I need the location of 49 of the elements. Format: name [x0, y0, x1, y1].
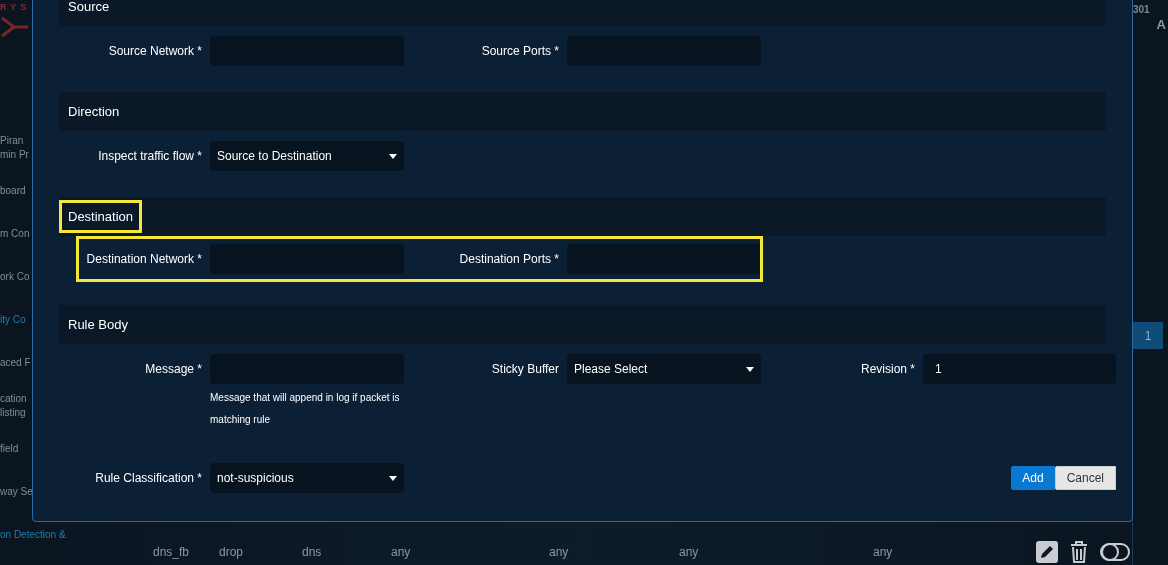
sidebar-item[interactable]: ork Co: [0, 255, 30, 298]
field-label: Destination Network *: [85, 251, 202, 268]
sidebar-item[interactable]: m Con: [0, 212, 30, 255]
select-field[interactable]: Source to Destination: [210, 141, 404, 171]
counter-text: 301: [1133, 4, 1150, 15]
logo-text: RYS: [0, 2, 31, 12]
field-label: Inspect traffic flow *: [97, 148, 202, 165]
table-cell-text: any: [391, 545, 412, 559]
sidebar-item[interactable]: on Detection &: [0, 513, 66, 556]
field-label: Source Network *: [107, 43, 202, 60]
toggle-icon[interactable]: [1100, 541, 1130, 563]
trash-icon[interactable]: [1070, 541, 1088, 563]
sidebar-item[interactable]: cation listing: [0, 384, 27, 427]
table-cell-text: any: [873, 545, 894, 559]
field-label: Destination Ports *: [458, 251, 559, 268]
field-hint: Message that will append in log if packet is matching rule: [210, 391, 401, 427]
sidebar-item[interactable]: ity Co: [0, 298, 26, 341]
table-cell-text: any: [549, 545, 570, 559]
sidebar-item[interactable]: aced F: [0, 341, 31, 384]
section-title: Destination: [59, 200, 143, 233]
add-button[interactable]: Add: [1011, 466, 1055, 490]
sidebar-item[interactable]: board: [0, 169, 26, 212]
caret-icon: [746, 366, 754, 372]
section-title: Direction: [67, 103, 121, 121]
cancel-button[interactable]: Cancel: [1054, 466, 1116, 490]
caret-icon: [389, 475, 397, 481]
user-initial: A: [1156, 17, 1166, 32]
section-title: Source: [67, 0, 111, 16]
table-cell-text: any: [679, 545, 700, 559]
field-label: Revision *: [859, 361, 915, 378]
field-label: Message *: [144, 361, 202, 378]
pencil-icon[interactable]: [1036, 541, 1058, 563]
input-field[interactable]: [567, 244, 761, 274]
field-label: Rule Classification *: [94, 470, 202, 487]
page-button[interactable]: 1: [1133, 322, 1163, 349]
field-label: Source Ports *: [480, 43, 559, 60]
table-cell-text: drop: [219, 545, 245, 559]
table-cell-text: dns_fb: [153, 545, 191, 559]
caret-icon: [389, 153, 397, 159]
sidebar-item[interactable]: field: [0, 427, 19, 470]
select-field[interactable]: Please Select: [567, 354, 761, 384]
table-cell-text: dns: [302, 545, 323, 559]
sidebar-item[interactable]: Piran min Pr: [0, 126, 29, 169]
section-title: Rule Body: [67, 316, 129, 334]
input-field[interactable]: 1: [923, 354, 1116, 384]
logo-icon: [0, 16, 28, 38]
sidebar-item[interactable]: way Se: [0, 470, 33, 513]
field-label: Sticky Buffer: [490, 361, 559, 378]
select-field[interactable]: not-suspicious: [210, 463, 404, 493]
